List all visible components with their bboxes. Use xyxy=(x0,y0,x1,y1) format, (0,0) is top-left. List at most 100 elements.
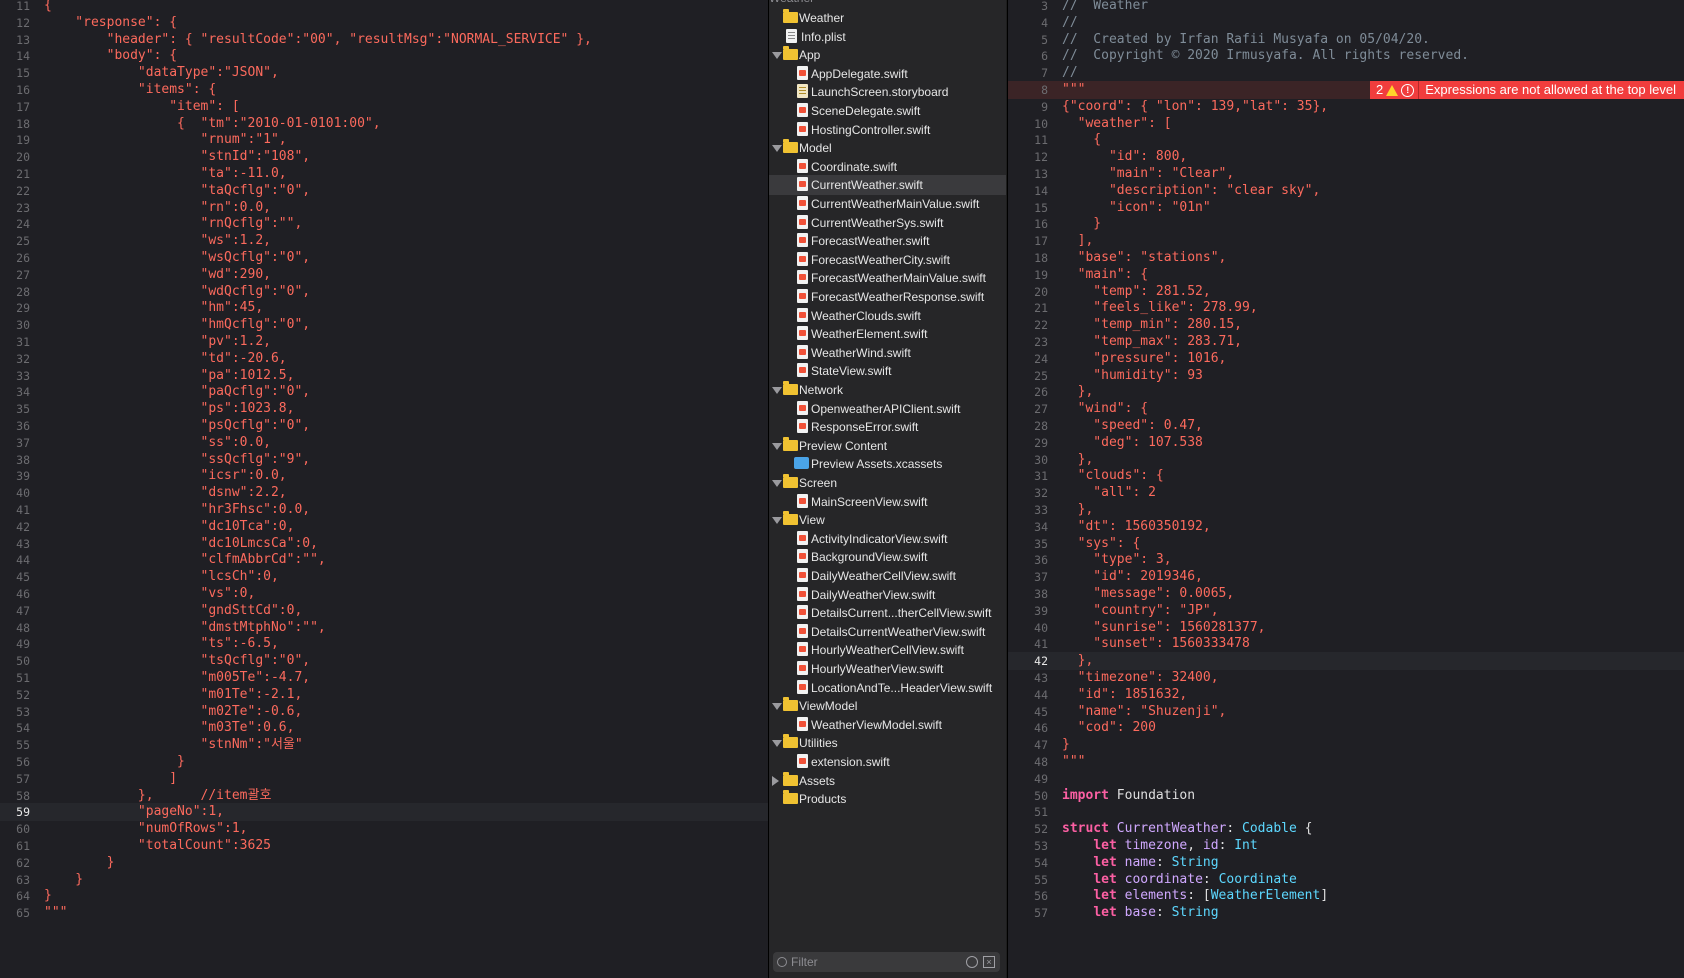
code-line[interactable]: 12 "id": 800, xyxy=(1008,148,1684,166)
code-line[interactable]: 27 "wd":290, xyxy=(0,266,768,284)
navigator-file[interactable]: OpenweatherAPIClient.swift xyxy=(769,399,1006,419)
code-line[interactable]: 26 }, xyxy=(1008,383,1684,401)
code-line[interactable]: 48 "dmstMtphNo":"", xyxy=(0,619,768,637)
project-navigator[interactable]: Weather Weather Info.plist App AppDelegate.… xyxy=(769,0,1006,978)
code-line[interactable]: 22 "temp_min": 280.15, xyxy=(1008,316,1684,334)
navigator-filter-field[interactable]: Filter × xyxy=(773,952,1000,972)
code-line[interactable]: 32 "td":-20.6, xyxy=(0,350,768,368)
code-line[interactable]: 6 // Copyright © 2020 Irmusyafa. All righ… xyxy=(1008,47,1684,65)
navigator-group[interactable]: Assets xyxy=(769,771,1006,791)
code-line[interactable]: 10 "weather": [ xyxy=(1008,115,1684,133)
navigator-file[interactable]: MainScreenView.swift xyxy=(769,492,1006,512)
navigator-file[interactable]: Coordinate.swift xyxy=(769,157,1006,177)
code-line[interactable]: 45 "name": "Shuzenji", xyxy=(1008,703,1684,721)
code-line[interactable]: 36 "psQcflg":"0", xyxy=(0,417,768,435)
code-line[interactable]: 25 "ws":1.2, xyxy=(0,232,768,250)
error-count[interactable]: 2! xyxy=(1370,81,1420,99)
code-line[interactable]: 22 "taQcflg":"0", xyxy=(0,182,768,200)
code-line[interactable]: 39 "icsr":0.0, xyxy=(0,467,768,485)
navigator-file[interactable]: LaunchScreen.storyboard xyxy=(769,82,1006,102)
code-line[interactable]: 58 }, //item괄호 xyxy=(0,787,768,805)
navigator-file[interactable]: DailyWeatherCellView.swift xyxy=(769,566,1006,586)
error-annotation[interactable]: 2! Expressions are not allowed at the top… xyxy=(1370,81,1684,99)
code-line[interactable]: 41 "sunset": 1560333478 xyxy=(1008,635,1684,653)
navigator-file[interactable]: ForecastWeatherResponse.swift xyxy=(769,287,1006,307)
code-line[interactable]: 28 "wdQcflg":"0", xyxy=(0,283,768,301)
navigator-file[interactable]: CurrentWeatherSys.swift xyxy=(769,213,1006,233)
code-line[interactable]: 18 { "tm":"2010-01-0101:00", xyxy=(0,115,768,133)
disclosure-open-icon[interactable] xyxy=(772,387,782,394)
disclosure-open-icon[interactable] xyxy=(772,740,782,748)
code-line[interactable]: 24 "pressure": 1016, xyxy=(1008,350,1684,368)
code-line[interactable]: 15 "dataType":"JSON", xyxy=(0,64,768,82)
code-line[interactable]: 4 // xyxy=(1008,14,1684,32)
navigator-file[interactable]: DailyWeatherView.swift xyxy=(769,585,1006,605)
disclosure-closed-icon[interactable] xyxy=(772,775,779,786)
code-line[interactable]: 20 "stnId":"108", xyxy=(0,148,768,166)
navigator-file[interactable]: AppDelegate.swift xyxy=(769,64,1006,84)
code-line[interactable]: 33 }, xyxy=(1008,501,1684,519)
code-line[interactable]: 44 "id": 1851632, xyxy=(1008,686,1684,704)
code-line[interactable]: 51 "m005Te":-4.7, xyxy=(0,669,768,687)
disclosure-open-icon[interactable] xyxy=(772,703,782,711)
navigator-file[interactable]: DetailsCurrent...therCellView.swift xyxy=(769,603,1006,623)
code-line[interactable]: 40 "sunrise": 1560281377, xyxy=(1008,619,1684,637)
code-line[interactable]: 23 "rn":0.0, xyxy=(0,199,768,217)
navigator-file[interactable]: WeatherElement.swift xyxy=(769,324,1006,344)
navigator-file[interactable]: HourlyWeatherCellView.swift xyxy=(769,640,1006,660)
navigator-group[interactable]: Products xyxy=(769,789,1006,809)
code-line[interactable]: 42 }, xyxy=(1008,652,1684,671)
code-line[interactable]: 53 "m02Te":-0.6, xyxy=(0,703,768,721)
code-line[interactable]: 37 "ss":0.0, xyxy=(0,434,768,452)
navigator-file[interactable]: HostingController.swift xyxy=(769,120,1006,140)
navigator-group[interactable]: ViewModel xyxy=(769,696,1006,716)
navigator-group[interactable]: Preview Content xyxy=(769,436,1006,456)
code-line[interactable]: 56 } xyxy=(0,753,768,771)
navigator-file[interactable]: BackgroundView.swift xyxy=(769,547,1006,567)
code-line[interactable]: 46 "vs":0, xyxy=(0,585,768,603)
code-line[interactable]: 3 // Weather xyxy=(1008,0,1684,15)
navigator-file[interactable]: DetailsCurrentWeatherView.swift xyxy=(769,622,1006,642)
disclosure-open-icon[interactable] xyxy=(772,517,782,525)
code-line[interactable]: 30 "hmQcflg":"0", xyxy=(0,316,768,334)
code-line[interactable]: 52 "m01Te":-2.1, xyxy=(0,686,768,704)
navigator-group[interactable]: Utilities xyxy=(769,733,1006,753)
code-line[interactable]: 47 "gndSttCd":0, xyxy=(0,602,768,620)
code-line[interactable]: 47} xyxy=(1008,736,1684,754)
code-line[interactable]: 7 // xyxy=(1008,64,1684,82)
navigator-file[interactable]: extension.swift xyxy=(769,752,1006,772)
code-line[interactable]: 52 struct CurrentWeather: Codable { xyxy=(1008,820,1684,838)
code-line[interactable]: 48 """ xyxy=(1008,753,1684,771)
navigator-file[interactable]: Preview Assets.xcassets xyxy=(769,454,1006,474)
code-line[interactable]: 60 "numOfRows":1, xyxy=(0,820,768,838)
code-line[interactable]: 12 "response": { xyxy=(0,14,768,32)
code-line[interactable]: 30 }, xyxy=(1008,451,1684,469)
code-line[interactable]: 16 } xyxy=(1008,215,1684,233)
code-line[interactable]: 57 ] xyxy=(0,770,768,788)
scm-filter-icon[interactable]: × xyxy=(983,956,995,968)
code-line[interactable]: 21 "feels_like": 278.99, xyxy=(1008,299,1684,317)
navigator-file[interactable]: ResponseError.swift xyxy=(769,417,1006,437)
code-line[interactable]: 20 "temp": 281.52, xyxy=(1008,283,1684,301)
navigator-file[interactable]: WeatherViewModel.swift xyxy=(769,715,1006,735)
navigator-file[interactable]: HourlyWeatherView.swift xyxy=(769,659,1006,679)
navigator-file[interactable]: ForecastWeatherMainValue.swift xyxy=(769,268,1006,288)
code-line[interactable]: 17 "item": [ xyxy=(0,98,768,116)
code-line[interactable]: 5 // Created by Irfan Rafii Musyafa on 05… xyxy=(1008,31,1684,49)
code-line[interactable]: 49 xyxy=(1008,770,1684,788)
code-line[interactable]: 35 "sys": { xyxy=(1008,535,1684,553)
code-line[interactable]: 64} xyxy=(0,887,768,905)
navigator-file[interactable]: StateView.swift xyxy=(769,361,1006,381)
code-line[interactable]: 44 "clfmAbbrCd":"", xyxy=(0,551,768,569)
navigator-file[interactable]: WeatherClouds.swift xyxy=(769,306,1006,326)
code-line[interactable]: 63 } xyxy=(0,871,768,889)
code-line[interactable]: 41 "hr3Fhsc":0.0, xyxy=(0,501,768,519)
code-line[interactable]: 29 "hm":45, xyxy=(0,299,768,317)
code-line[interactable]: 51 xyxy=(1008,803,1684,821)
code-line[interactable]: 32 "all": 2 xyxy=(1008,484,1684,502)
code-line[interactable]: 17 ], xyxy=(1008,232,1684,250)
code-line[interactable]: 55 let coordinate: Coordinate xyxy=(1008,871,1684,889)
navigator-file[interactable]: Info.plist xyxy=(769,27,1006,47)
navigator-group[interactable]: Model xyxy=(769,138,1006,158)
navigator-file[interactable]: WeatherWind.swift xyxy=(769,343,1006,363)
